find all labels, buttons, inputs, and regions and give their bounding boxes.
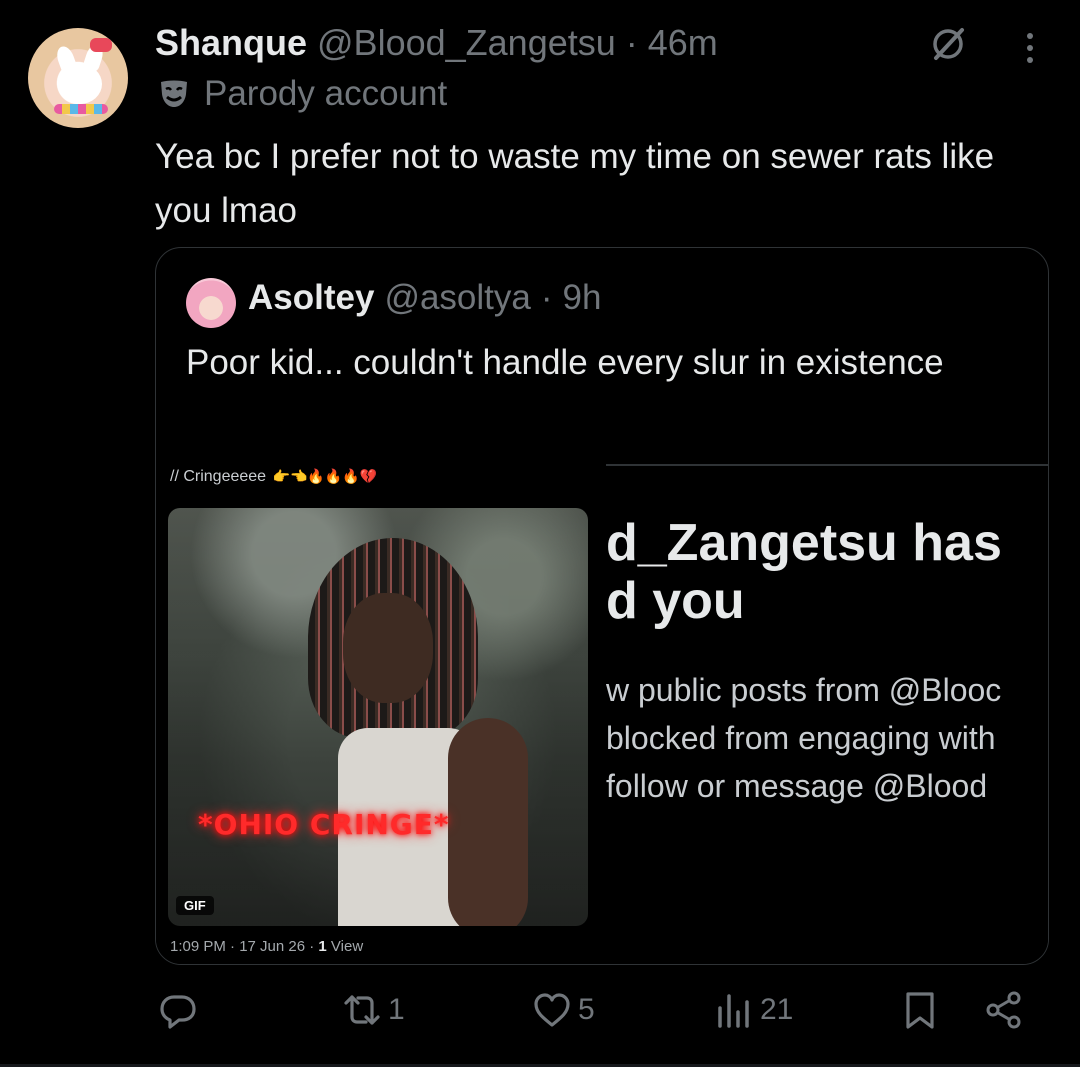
gif-overlay-text: *OHIO CRINGE* <box>198 808 450 841</box>
like-icon <box>534 993 570 1027</box>
author-handle[interactable]: @Blood_Zangetsu <box>317 22 616 64</box>
gif-arm <box>448 718 528 926</box>
like-button[interactable]: 5 <box>532 990 595 1030</box>
image-divider <box>606 464 1048 466</box>
blocked-notice: d_Zangetsu has d you w public posts from… <box>606 514 1048 810</box>
author-avatar[interactable] <box>28 28 128 128</box>
more-icon[interactable] <box>1020 28 1040 68</box>
image-meta: 1:09 PM · 17 Jun 26 · 1 View <box>170 938 363 955</box>
views-button[interactable]: 21 <box>714 990 793 1030</box>
blocked-desc-line-3: follow or message @Blood <box>606 768 988 804</box>
bookmark-button[interactable] <box>900 990 940 1030</box>
image-caption: // Cringeeeee 👉👈🔥🔥🔥💔 <box>170 468 377 486</box>
quoted-separator: · <box>540 278 553 317</box>
bookmark-icon <box>906 992 934 1029</box>
quoted-author-name[interactable]: Asoltey <box>248 278 374 318</box>
gif-face <box>343 593 433 703</box>
avatar-face <box>58 64 102 104</box>
image-meta-time: 1:09 PM · 17 Jun 26 · <box>170 938 319 955</box>
reply-button[interactable] <box>158 990 204 1030</box>
share-icon <box>986 991 1021 1029</box>
reply-icon <box>160 995 196 1029</box>
parody-mask-icon <box>161 80 187 107</box>
views-icon <box>718 994 749 1028</box>
author-name[interactable]: Shanque <box>155 22 307 64</box>
quoted-image[interactable]: // Cringeeeee 👉👈🔥🔥🔥💔 *OHIO CRINGE* GIF d… <box>156 454 1048 964</box>
image-meta-views-count: 1 <box>318 938 327 955</box>
action-bar: 1 5 21 <box>0 990 1080 1050</box>
image-meta-views-label: View <box>326 938 364 955</box>
like-count: 5 <box>578 993 595 1026</box>
tweet-time[interactable]: 46m <box>648 22 718 64</box>
repost-count: 1 <box>388 993 405 1026</box>
repost-button[interactable]: 1 <box>342 990 405 1030</box>
caption-emojis: 👉👈🔥🔥🔥💔 <box>272 468 378 484</box>
blocked-desc-line-2: blocked from engaging with <box>606 720 996 756</box>
quoted-author-handle[interactable]: @asoltya <box>384 278 530 318</box>
blocked-desc-line-1: w public posts from @Blooc <box>606 672 1002 708</box>
gif-person <box>288 538 528 926</box>
quoted-time[interactable]: 9h <box>563 278 602 318</box>
repost-icon <box>344 995 380 1025</box>
blocked-title-line-2: d you <box>606 572 745 630</box>
gif-badge: GIF <box>176 896 214 915</box>
blocked-title-line-1: d_Zangetsu has <box>606 514 1002 572</box>
avatar-beads <box>54 104 108 114</box>
parody-label: Parody account <box>158 74 447 114</box>
quoted-text: Poor kid... couldn't handle every slur i… <box>186 343 944 382</box>
gif-media[interactable]: *OHIO CRINGE* GIF <box>168 508 588 926</box>
share-button[interactable] <box>984 990 1024 1030</box>
quoted-author-avatar[interactable] <box>186 278 236 328</box>
header-separator: · <box>625 22 638 63</box>
quoted-header: Asoltey @asoltya · 9h <box>248 278 601 318</box>
tweet-text: Yea bc I prefer not to waste my time on … <box>155 137 995 230</box>
quoted-tweet[interactable]: Asoltey @asoltya · 9h Poor kid... couldn… <box>155 247 1049 965</box>
parody-label-text: Parody account <box>204 74 448 113</box>
tweet-header: Shanque @Blood_Zangetsu · 46m <box>155 22 718 64</box>
views-count: 21 <box>760 993 794 1026</box>
blocked-description: w public posts from @Blooc blocked from … <box>606 666 1048 810</box>
image-caption-text: // Cringeeeee <box>170 468 267 485</box>
avatar-bow <box>90 38 112 52</box>
grok-icon[interactable] <box>928 24 968 64</box>
